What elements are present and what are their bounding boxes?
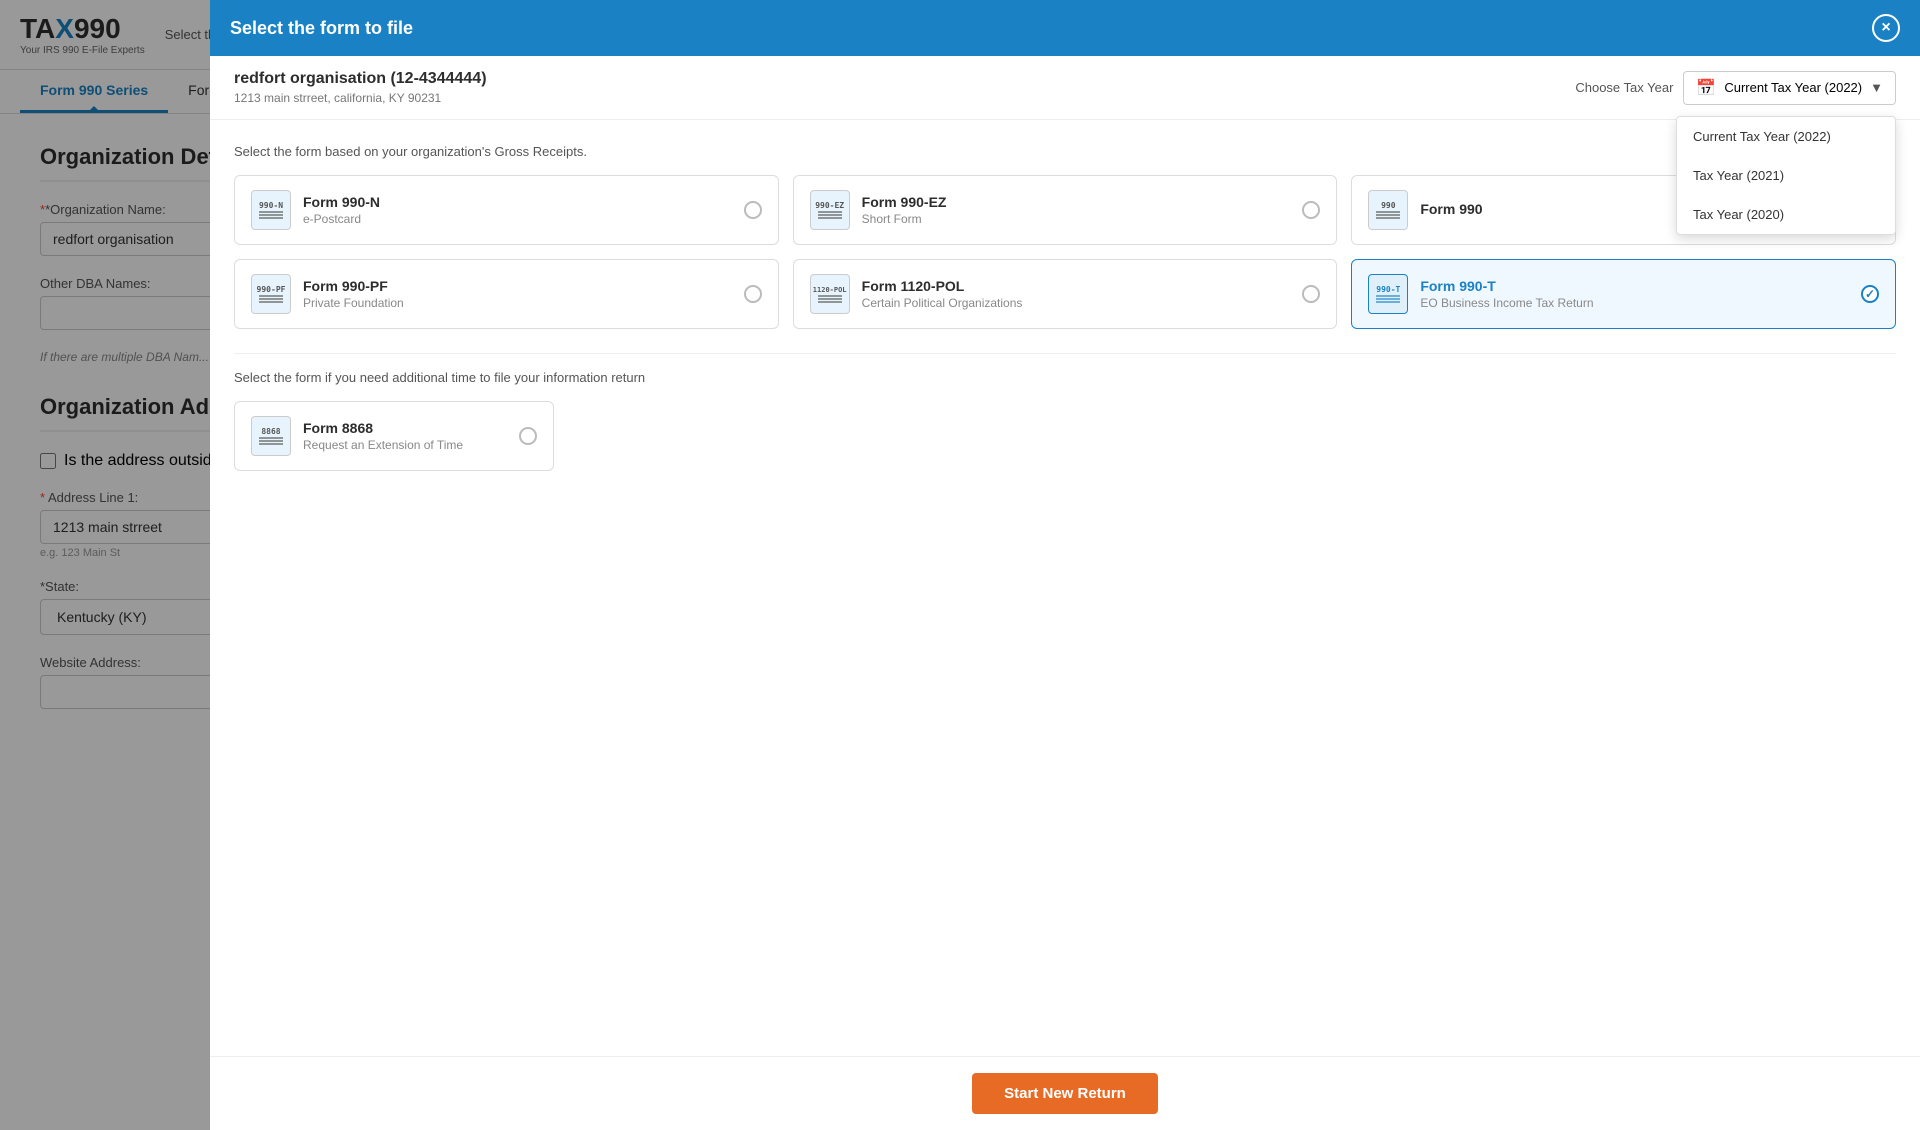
extension-subtitle: Select the form if you need additional t…	[234, 370, 1896, 385]
form-card-990pf[interactable]: 990-PF Form 990-PF Private Foundation	[234, 259, 779, 329]
modal-org-address: 1213 main strreet, california, KY 90231	[234, 91, 487, 105]
calendar-icon: 📅	[1696, 78, 1716, 98]
form-1120pol-icon: 1120-POL	[810, 274, 850, 314]
form-8868-icon: 8868	[251, 416, 291, 456]
tax-year-option-2022[interactable]: Current Tax Year (2022)	[1677, 117, 1895, 156]
form-1120pol-name: Form 1120-POL	[862, 278, 1291, 294]
start-new-return-button[interactable]: Start New Return	[972, 1073, 1158, 1114]
form-990pf-name: Form 990-PF	[303, 278, 732, 294]
tax-year-dropdown[interactable]: 📅 Current Tax Year (2022) ▼	[1683, 71, 1896, 105]
form-990ez-desc: Short Form	[862, 212, 1291, 226]
modal-title: Select the form to file	[230, 18, 413, 39]
extension-section: Select the form if you need additional t…	[234, 370, 1896, 471]
form-card-990ez[interactable]: 990-EZ Form 990-EZ Short Form	[793, 175, 1338, 245]
modal-body: Select the form based on your organizati…	[210, 120, 1920, 1056]
form-card-990t[interactable]: 990-T Form 990-T EO Business Income Tax …	[1351, 259, 1896, 329]
form-cards-grid: 990-N Form 990-N e-Postcard 990-EZ	[234, 175, 1896, 329]
tax-year-label: Choose Tax Year	[1575, 80, 1673, 95]
form-8868-desc: Request an Extension of Time	[303, 438, 507, 452]
form-8868-name: Form 8868	[303, 420, 507, 436]
form-card-8868[interactable]: 8868 Form 8868 Request an Extension of T…	[234, 401, 554, 471]
form-990pf-desc: Private Foundation	[303, 296, 732, 310]
form-1120pol-desc: Certain Political Organizations	[862, 296, 1291, 310]
tax-year-selector: Choose Tax Year 📅 Current Tax Year (2022…	[1575, 71, 1896, 105]
form-card-990n[interactable]: 990-N Form 990-N e-Postcard	[234, 175, 779, 245]
tax-year-current: Current Tax Year (2022)	[1724, 80, 1862, 95]
form-990ez-name: Form 990-EZ	[862, 194, 1291, 210]
extension-cards-grid: 8868 Form 8868 Request an Extension of T…	[234, 401, 1896, 471]
form-990n-name: Form 990-N	[303, 194, 732, 210]
form-990t-icon: 990-T	[1368, 274, 1408, 314]
modal-org-name: redfort organisation (12-4344444)	[234, 70, 487, 88]
form-990-icon: 990	[1368, 190, 1408, 230]
form-card-1120pol[interactable]: 1120-POL Form 1120-POL Certain Political…	[793, 259, 1338, 329]
form-990pf-radio[interactable]	[744, 285, 762, 303]
form-990t-radio[interactable]	[1861, 285, 1879, 303]
form-990n-desc: e-Postcard	[303, 212, 732, 226]
form-990n-icon: 990-N	[251, 190, 291, 230]
modal-org-bar: redfort organisation (12-4344444) 1213 m…	[210, 56, 1920, 120]
modal-close-button[interactable]: ×	[1872, 14, 1900, 42]
form-1120pol-radio[interactable]	[1302, 285, 1320, 303]
modal-footer: Start New Return	[210, 1056, 1920, 1130]
modal-header: Select the form to file ×	[210, 0, 1920, 56]
tax-year-option-2020[interactable]: Tax Year (2020)	[1677, 195, 1895, 234]
chevron-down-icon: ▼	[1870, 80, 1883, 95]
form-990t-name: Form 990-T	[1420, 278, 1849, 294]
form-990pf-icon: 990-PF	[251, 274, 291, 314]
modal: Select the form to file × redfort organi…	[210, 0, 1920, 1130]
form-990ez-radio[interactable]	[1302, 201, 1320, 219]
form-990n-radio[interactable]	[744, 201, 762, 219]
gross-receipts-subtitle: Select the form based on your organizati…	[234, 144, 1896, 159]
tax-year-menu: Current Tax Year (2022) Tax Year (2021) …	[1676, 116, 1896, 235]
form-990t-desc: EO Business Income Tax Return	[1420, 296, 1849, 310]
form-990ez-icon: 990-EZ	[810, 190, 850, 230]
form-8868-radio[interactable]	[519, 427, 537, 445]
tax-year-option-2021[interactable]: Tax Year (2021)	[1677, 156, 1895, 195]
